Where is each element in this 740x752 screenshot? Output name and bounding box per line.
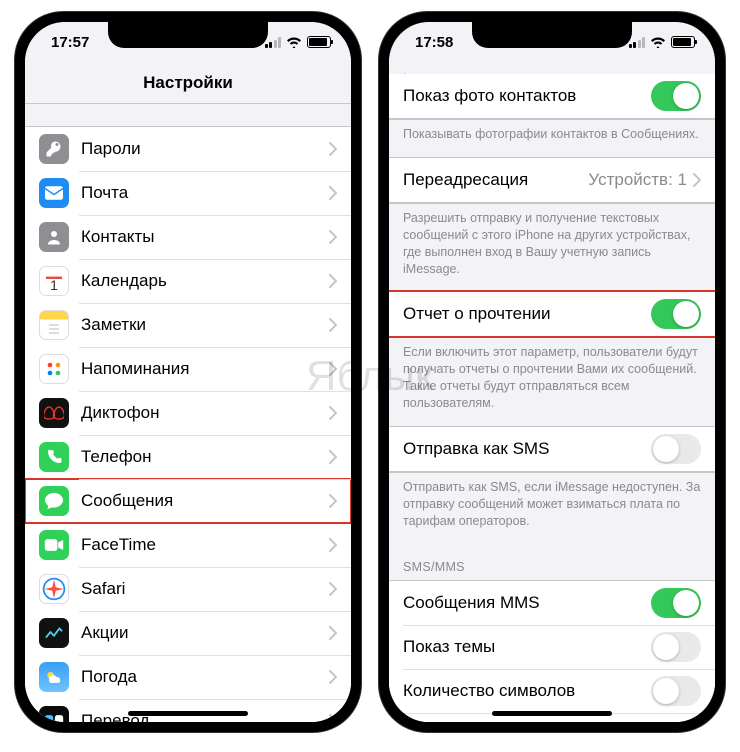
- key-icon: [39, 134, 69, 164]
- row-label: Телефон: [81, 447, 329, 467]
- settings-row-contacts[interactable]: Контакты: [25, 215, 351, 259]
- status-time: 17:58: [415, 34, 453, 51]
- reminders-icon: [39, 354, 69, 384]
- row-label: Акции: [81, 623, 329, 643]
- settings-row-mail[interactable]: Почта: [25, 171, 351, 215]
- chevron-right-icon: [329, 450, 337, 464]
- footer-text-forwarding: Разрешить отправку и получение текстовых…: [389, 203, 715, 292]
- chevron-right-icon: [329, 494, 337, 508]
- footer-read-receipts: Если включить этот параметр, пользовател…: [389, 337, 715, 426]
- settings-row-phone[interactable]: Телефон: [25, 435, 351, 479]
- battery-icon: [671, 36, 695, 48]
- row-label: Погода: [81, 667, 329, 687]
- chevron-right-icon: [329, 362, 337, 376]
- row-read-receipts[interactable]: Отчет о прочтении: [389, 292, 715, 336]
- cellular-signal-icon: [265, 37, 282, 48]
- mail-icon: [39, 178, 69, 208]
- settings-row-safari[interactable]: Safari: [25, 567, 351, 611]
- row-label: Диктофон: [81, 403, 329, 423]
- cellular-signal-icon: [629, 37, 646, 48]
- chevron-right-icon: [329, 582, 337, 596]
- header-sms-mms: SMS/MMS: [389, 544, 715, 580]
- row-text-forwarding[interactable]: Переадресация Устройств: 1: [389, 158, 715, 202]
- settings-row-reminders[interactable]: Напоминания: [25, 347, 351, 391]
- settings-row-messages[interactable]: Сообщения: [25, 479, 351, 523]
- chevron-right-icon: [329, 714, 337, 722]
- facetime-icon: [39, 530, 69, 560]
- voice-memos-icon: [39, 398, 69, 428]
- row-label: Контакты: [81, 227, 329, 247]
- chevron-right-icon: [693, 173, 701, 187]
- stocks-icon: [39, 618, 69, 648]
- settings-row-stocks[interactable]: Акции: [25, 611, 351, 655]
- phone-icon: [39, 442, 69, 472]
- notch: [108, 22, 268, 48]
- row-show-contact-photos[interactable]: Показ фото контактов: [389, 74, 715, 118]
- settings-row-facetime[interactable]: FaceTime: [25, 523, 351, 567]
- settings-row-notes[interactable]: Заметки: [25, 303, 351, 347]
- row-label: Safari: [81, 579, 329, 599]
- row-character-count[interactable]: Количество символов: [389, 669, 715, 713]
- toggle-send-as-sms[interactable]: [651, 434, 701, 464]
- battery-icon: [307, 36, 331, 48]
- footer-send-as-sms: Отправить как SMS, если iMessage недосту…: [389, 472, 715, 544]
- messages-settings[interactable]: Показ фото контактов Показывать фотограф…: [389, 74, 715, 722]
- home-indicator[interactable]: [128, 711, 248, 716]
- chevron-right-icon: [329, 670, 337, 684]
- toggle-show-contact-photos[interactable]: [651, 81, 701, 111]
- notes-icon: [39, 310, 69, 340]
- row-label: Заметки: [81, 315, 329, 335]
- phone-left: 17:57 Настройки Пароли Почта Контакты ▬▬1 Ка…: [15, 12, 361, 732]
- chevron-right-icon: [329, 538, 337, 552]
- footer-show-contact-photos: Показывать фотографии контактов в Сообще…: [389, 119, 715, 157]
- status-time: 17:57: [51, 34, 89, 51]
- translate-icon: [39, 706, 69, 722]
- row-label: Пароли: [81, 139, 329, 159]
- toggle-mms[interactable]: [651, 588, 701, 618]
- settings-row-voice-memos[interactable]: Диктофон: [25, 391, 351, 435]
- row-send-as-sms[interactable]: Отправка как SMS: [389, 427, 715, 471]
- chevron-right-icon: [329, 186, 337, 200]
- row-label: Почта: [81, 183, 329, 203]
- settings-row-key[interactable]: Пароли: [25, 127, 351, 171]
- row-label: FaceTime: [81, 535, 329, 555]
- toggle-character-count[interactable]: [651, 676, 701, 706]
- chevron-right-icon: [329, 274, 337, 288]
- messages-icon: [39, 486, 69, 516]
- settings-row-calendar[interactable]: ▬▬1 Календарь: [25, 259, 351, 303]
- chevron-right-icon: [329, 626, 337, 640]
- row-label: Сообщения: [81, 491, 329, 511]
- chevron-right-icon: [329, 406, 337, 420]
- row-label: Напоминания: [81, 359, 329, 379]
- chevron-right-icon: [329, 142, 337, 156]
- home-indicator[interactable]: [492, 711, 612, 716]
- chevron-right-icon: [329, 318, 337, 332]
- calendar-icon: ▬▬1: [39, 266, 69, 296]
- contacts-icon: [39, 222, 69, 252]
- wifi-icon: [650, 36, 666, 48]
- notch: [472, 22, 632, 48]
- safari-icon: [39, 574, 69, 604]
- wifi-icon: [286, 36, 302, 48]
- row-mms-messaging[interactable]: Сообщения MMS: [389, 581, 715, 625]
- settings-list[interactable]: Пароли Почта Контакты ▬▬1 Календарь Заметки На…: [25, 104, 351, 722]
- page-title: Настройки: [143, 73, 233, 93]
- weather-icon: [39, 662, 69, 692]
- phone-right: 17:58 Настройки Сообщения: [379, 12, 725, 732]
- settings-row-weather[interactable]: Погода: [25, 655, 351, 699]
- toggle-read-receipts[interactable]: [651, 299, 701, 329]
- nav-bar: Настройки: [25, 62, 351, 104]
- chevron-right-icon: [329, 230, 337, 244]
- row-show-subject[interactable]: Показ темы: [389, 625, 715, 669]
- toggle-show-subject[interactable]: [651, 632, 701, 662]
- row-label: Календарь: [81, 271, 329, 291]
